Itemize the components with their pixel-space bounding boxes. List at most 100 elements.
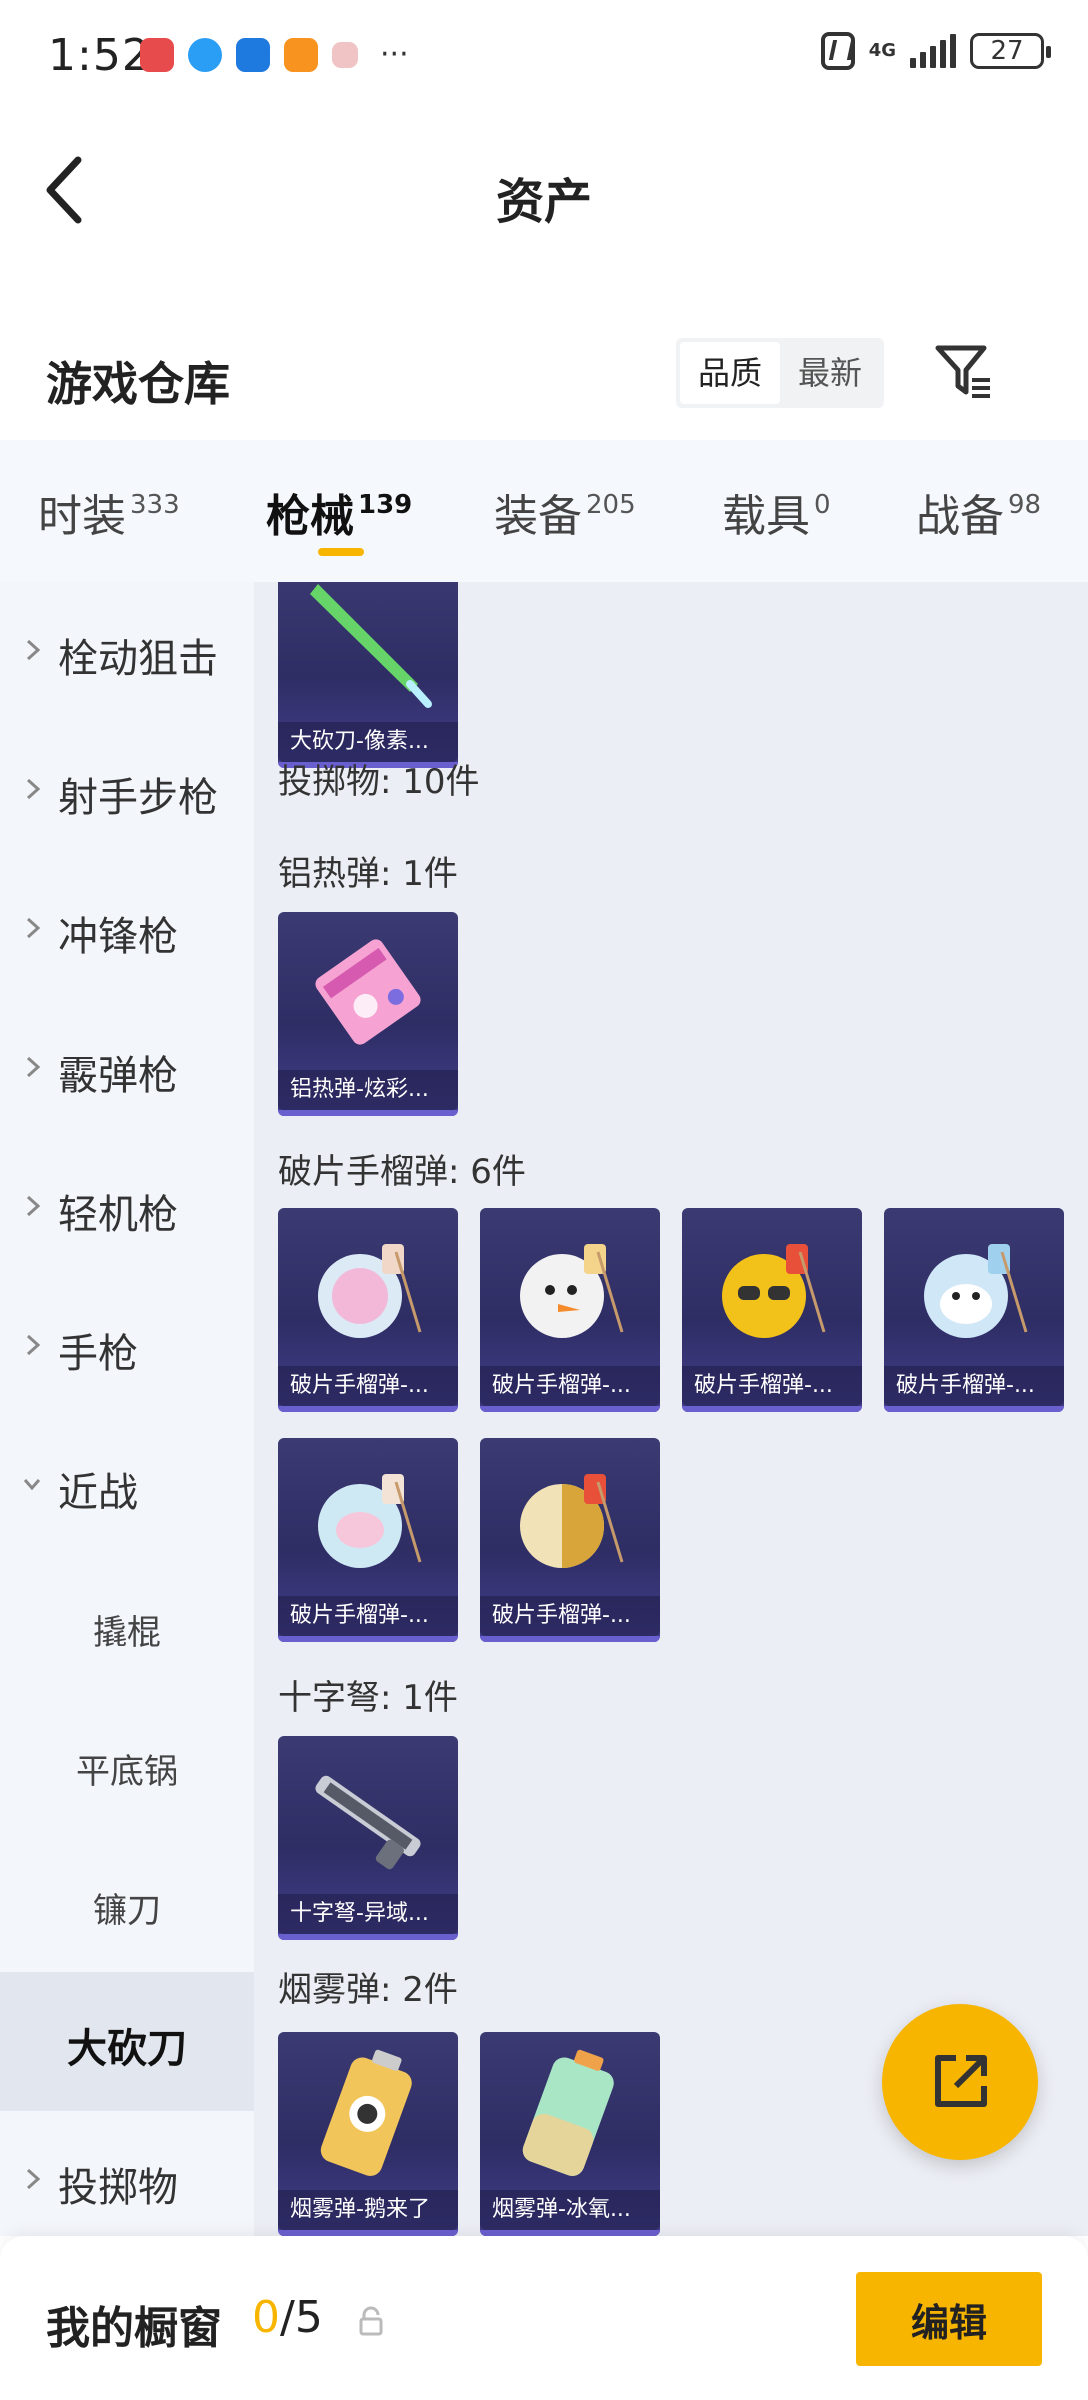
tab-weapons[interactable]: 枪械 139	[266, 480, 412, 544]
tab-count: 205	[586, 490, 636, 520]
tab-label: 枪械	[266, 491, 354, 542]
sidebar-item-label: 霰弹枪	[58, 1053, 178, 1099]
tab-equipment[interactable]: 装备 205	[494, 480, 636, 544]
sidebar-item-label: 镰刀	[93, 1891, 161, 1931]
item-card[interactable]: 十字弩-异域...	[278, 1736, 458, 1940]
status-indicators: 4G 27	[820, 32, 1051, 70]
sidebar: 栓动狙击 射手步枪 冲锋枪 霰弹枪 轻机枪 手枪 近战 撬棍 平底锅 镰刀 大砍…	[0, 582, 254, 2236]
battery-icon: 27	[970, 33, 1051, 69]
group-title: 铝热弹: 1件	[278, 854, 458, 894]
item-list: 大砍刀-像素... 投掷物: 10件 铝热弹: 1件 铝热弹-炫彩... 破片手…	[254, 582, 1088, 2236]
smoke-grenade-art-icon	[522, 2049, 614, 2176]
smoke-grenade-art-icon	[320, 2049, 412, 2176]
sidebar-item-lmg[interactable]: 轻机枪	[0, 1138, 254, 1277]
tab-supplies[interactable]: 战备 98	[916, 480, 1041, 544]
chevron-right-icon	[26, 1195, 41, 1217]
sort-toggle: 品质 最新	[676, 338, 884, 408]
sidebar-item-throwables[interactable]: 投掷物	[0, 2111, 254, 2236]
chevron-right-icon	[26, 1056, 41, 1078]
item-name: 破片手榴弹-...	[682, 1366, 862, 1406]
showcase-label: 我的橱窗	[46, 2303, 222, 2354]
tab-label: 时装	[38, 491, 126, 542]
grenade-art-icon	[318, 1244, 422, 1338]
active-tab-indicator	[318, 548, 364, 556]
weather-app-icon	[236, 38, 270, 72]
sidebar-item-marksman-rifle[interactable]: 射手步枪	[0, 721, 254, 860]
tab-fashion[interactable]: 时装 333	[38, 480, 180, 544]
sidebar-item-label: 栓动狙击	[58, 636, 218, 682]
grenade-art-icon	[520, 1474, 624, 1568]
sidebar-subitem-crowbar[interactable]: 撬棍	[0, 1555, 254, 1694]
sort-quality-button[interactable]: 品质	[680, 342, 780, 404]
tab-count: 139	[358, 490, 413, 520]
sidebar-subitem-machete[interactable]: 大砍刀	[0, 1972, 254, 2111]
tab-count: 98	[1008, 490, 1042, 520]
item-card[interactable]: 破片手榴弹-...	[884, 1208, 1064, 1412]
sidebar-item-pistol[interactable]: 手枪	[0, 1277, 254, 1416]
external-link-icon	[935, 2055, 987, 2107]
grenade-art-icon	[318, 1474, 422, 1568]
sidebar-item-label: 平底锅	[76, 1752, 178, 1792]
item-card[interactable]: 破片手榴弹-...	[480, 1208, 660, 1412]
notification-icons: ···	[140, 38, 409, 72]
showcase-count: 0/5	[252, 2292, 323, 2343]
group-title: 十字弩: 1件	[278, 1678, 458, 1718]
browser-app-icon	[188, 38, 222, 72]
sidebar-item-label: 投掷物	[58, 2165, 178, 2211]
huawei-app-icon	[140, 38, 174, 72]
chevron-down-icon	[23, 1479, 41, 1491]
chevron-right-icon	[26, 2168, 41, 2190]
item-name: 烟雾弹-冰氧...	[480, 2190, 660, 2230]
sidebar-item-label: 撬棍	[93, 1613, 161, 1653]
item-name: 破片手榴弹-...	[278, 1366, 458, 1406]
sidebar-subitem-frying-pan[interactable]: 平底锅	[0, 1694, 254, 1833]
item-name: 铝热弹-炫彩...	[278, 1070, 458, 1110]
status-bar: 1:52 ··· 4G 27	[0, 0, 1088, 110]
chevron-right-icon	[26, 639, 41, 661]
item-card[interactable]: 破片手榴弹-...	[480, 1438, 660, 1642]
group-title: 破片手榴弹: 6件	[278, 1152, 526, 1192]
sort-latest-button[interactable]: 最新	[780, 342, 880, 404]
share-fab[interactable]	[882, 2004, 1038, 2160]
item-card[interactable]: 烟雾弹-冰氧...	[480, 2032, 660, 2236]
section-header: 游戏仓库 品质 最新	[0, 320, 1088, 440]
showcase-current: 0	[252, 2292, 280, 2343]
showcase-bar: 我的橱窗 0/5 编辑	[0, 2236, 1088, 2400]
sidebar-item-melee[interactable]: 近战	[0, 1416, 254, 1555]
tab-vehicles[interactable]: 载具 0	[722, 480, 831, 544]
page-title: 资产	[495, 174, 592, 230]
group-title: 烟雾弹: 2件	[278, 1970, 458, 2010]
status-time: 1:52	[48, 30, 151, 81]
sidebar-item-label: 射手步枪	[58, 775, 218, 821]
item-name: 破片手榴弹-...	[480, 1596, 660, 1636]
crossbow-art-icon	[315, 1775, 421, 1870]
filter-button[interactable]	[932, 340, 996, 404]
chevron-right-icon	[26, 1334, 41, 1356]
sidebar-item-label: 冲锋枪	[58, 914, 178, 960]
tab-count: 333	[130, 490, 180, 520]
signal-icon	[910, 34, 956, 68]
sidebar-item-smg[interactable]: 冲锋枪	[0, 860, 254, 999]
item-card[interactable]: 大砍刀-像素...	[278, 582, 458, 768]
network-type: 4G	[868, 40, 896, 61]
sidebar-item-label: 手枪	[58, 1331, 138, 1377]
item-card[interactable]: 铝热弹-炫彩...	[278, 912, 458, 1116]
section-title: 游戏仓库	[46, 357, 230, 411]
item-card[interactable]: 破片手榴弹-...	[278, 1438, 458, 1642]
grenade-art-icon	[924, 1244, 1028, 1338]
chevron-right-icon	[26, 778, 41, 800]
edit-button[interactable]: 编辑	[856, 2272, 1042, 2366]
item-card[interactable]: 破片手榴弹-...	[682, 1208, 862, 1412]
machete-art-icon	[310, 584, 432, 708]
item-name: 烟雾弹-鹅来了	[278, 2190, 458, 2230]
sidebar-item-shotgun[interactable]: 霰弹枪	[0, 999, 254, 1138]
item-card[interactable]: 破片手榴弹-...	[278, 1208, 458, 1412]
sidebar-item-bolt-sniper[interactable]: 栓动狙击	[0, 582, 254, 721]
sidebar-item-label: 大砍刀	[67, 2026, 187, 2072]
sidebar-item-label: 轻机枪	[58, 1192, 178, 1238]
sidebar-subitem-sickle[interactable]: 镰刀	[0, 1833, 254, 1972]
app-header: 资产	[0, 110, 1088, 270]
filter-icon	[935, 345, 990, 398]
chevron-right-icon	[26, 917, 41, 939]
item-card[interactable]: 烟雾弹-鹅来了	[278, 2032, 458, 2236]
